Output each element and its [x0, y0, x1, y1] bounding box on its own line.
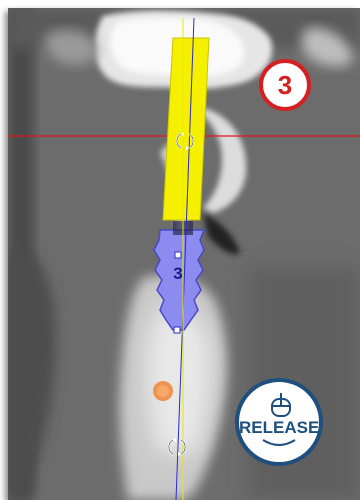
release-button-label: RELEASE: [239, 418, 320, 437]
implant-number-label: 3: [173, 264, 183, 283]
release-arc-icon: [262, 439, 296, 446]
slice-number-badge: 3: [259, 59, 311, 111]
rotate-handle-icon[interactable]: [166, 436, 188, 458]
mouse-icon: [271, 393, 291, 417]
ct-viewport[interactable]: 3 3 RELEASE: [8, 8, 360, 500]
rotate-handle-icon[interactable]: [174, 130, 196, 152]
slice-number-text: 3: [277, 69, 293, 100]
release-button[interactable]: RELEASE: [235, 378, 323, 466]
